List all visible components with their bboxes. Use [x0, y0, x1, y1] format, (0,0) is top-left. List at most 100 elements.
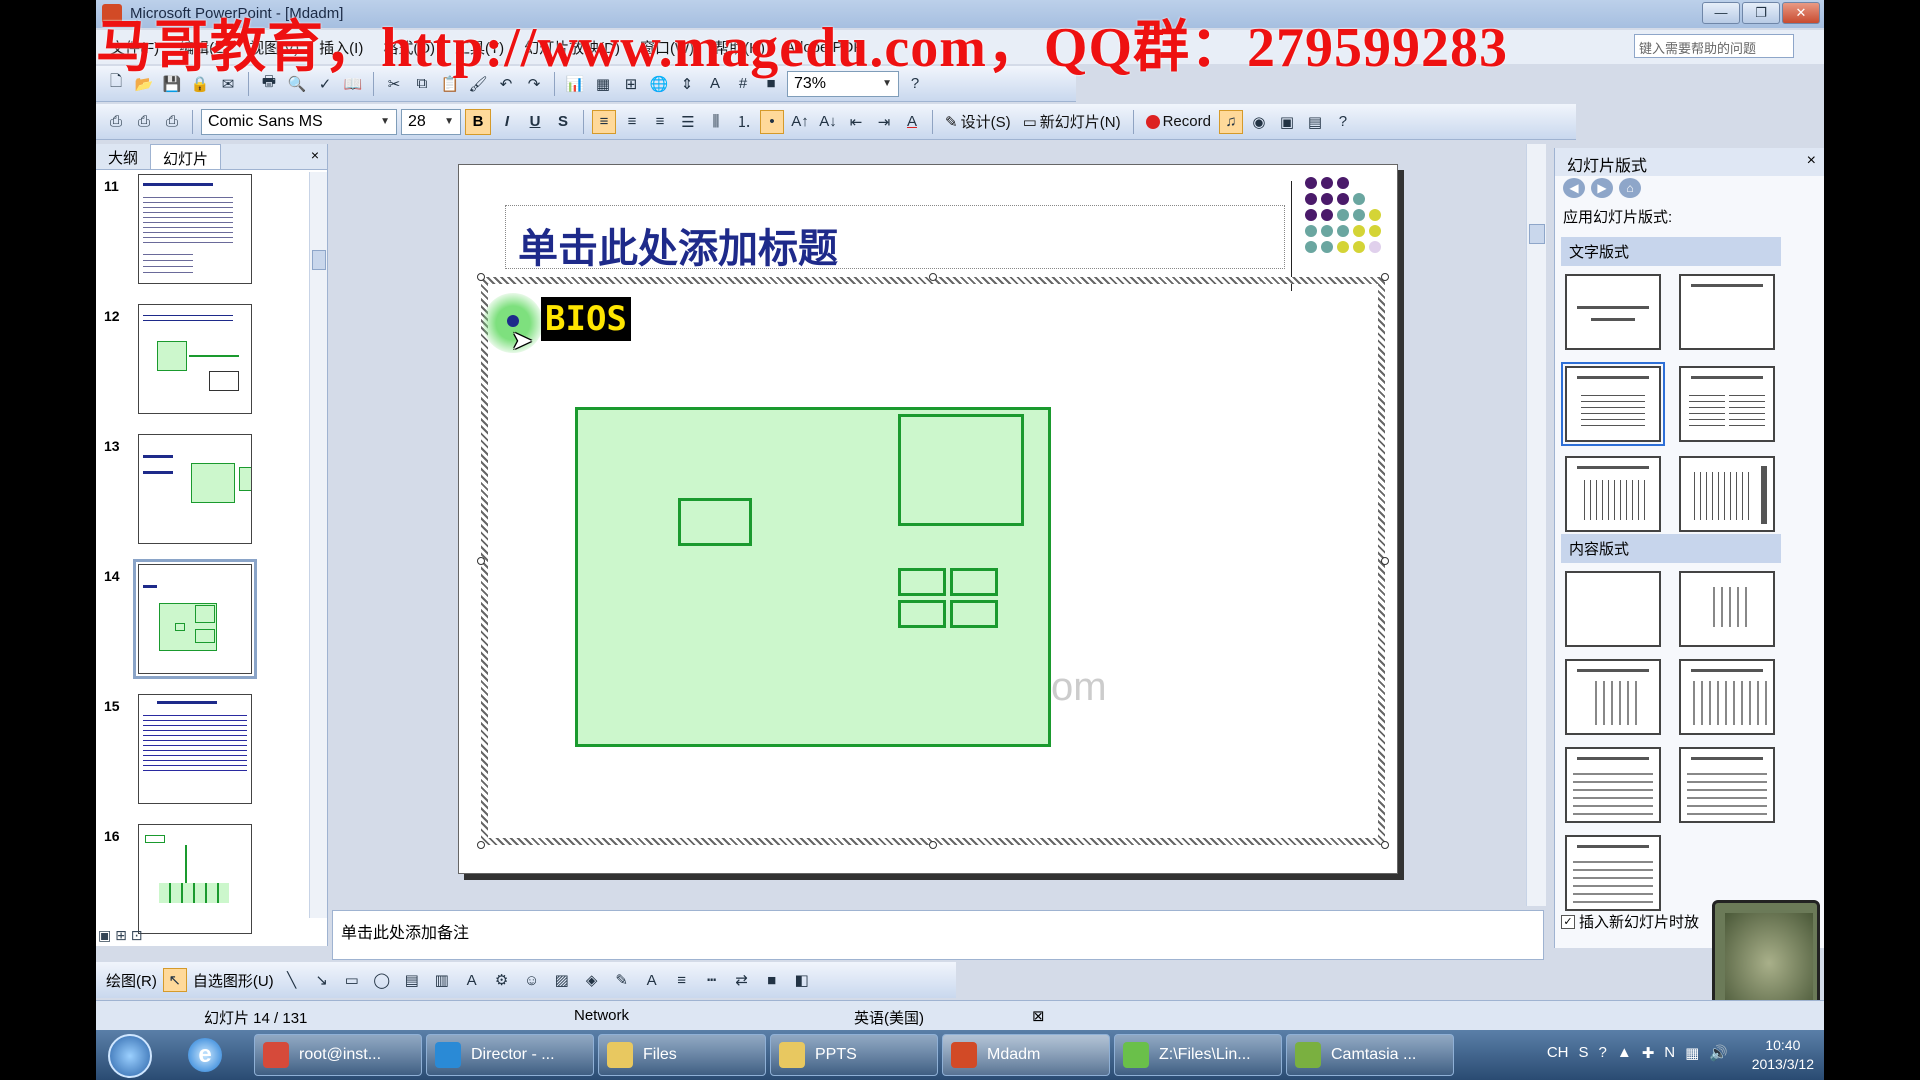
arrow-style-icon[interactable]: ⇄: [730, 968, 754, 992]
menu-adobe-pdf[interactable]: Adobe PDF: [785, 39, 863, 56]
align-left-icon[interactable]: ≡: [592, 109, 616, 134]
layout-title-text[interactable]: [1561, 362, 1665, 446]
tables-borders-icon[interactable]: ⊞: [619, 72, 643, 96]
taskbar-item[interactable]: PPTS: [770, 1034, 938, 1076]
slide-thumbnail-selected[interactable]: 14: [96, 559, 308, 680]
help-icon[interactable]: ?: [1599, 1044, 1607, 1062]
menu-window[interactable]: 窗口(W): [640, 37, 694, 58]
vertical-textbox-icon[interactable]: ▥: [430, 968, 454, 992]
minimize-button[interactable]: —: [1702, 2, 1740, 24]
resize-handle[interactable]: [1381, 273, 1389, 281]
shadow-icon[interactable]: ■: [760, 968, 784, 992]
insert-layout-checkbox[interactable]: ✓ 插入新幻灯片时放: [1561, 911, 1699, 932]
thumbnail-scrollbar[interactable]: [309, 172, 327, 918]
save-icon[interactable]: 💾: [160, 72, 184, 96]
help-search-input[interactable]: 键入需要帮助的问题: [1634, 34, 1794, 58]
start-button[interactable]: [108, 1034, 152, 1078]
diagram-box[interactable]: [678, 498, 752, 546]
canvas-scrollbar[interactable]: [1526, 144, 1546, 906]
forward-icon[interactable]: ▶: [1591, 178, 1613, 198]
layout-vertical-title-text[interactable]: [1679, 456, 1775, 532]
align-right-icon[interactable]: ≡: [648, 110, 672, 134]
record-button[interactable]: Record: [1142, 113, 1215, 130]
close-icon[interactable]: ×: [1807, 152, 1816, 170]
camtasia-produce-icon[interactable]: ▤: [1303, 110, 1327, 134]
copy-icon[interactable]: ⧉: [410, 72, 434, 96]
font-size-select[interactable]: 28 ▼: [401, 108, 461, 135]
font-select[interactable]: Comic Sans MS ▼: [201, 108, 397, 135]
resize-handle[interactable]: [477, 557, 485, 565]
taskbar-item[interactable]: Director - ...: [426, 1034, 594, 1076]
slide-thumbnail[interactable]: 13: [96, 434, 308, 550]
back-icon[interactable]: ◀: [1563, 178, 1585, 198]
menu-file[interactable]: 文件(F): [110, 37, 159, 58]
align-center-icon[interactable]: ≡: [620, 110, 644, 134]
resize-handle[interactable]: [477, 273, 485, 281]
pdf-email-icon[interactable]: ⎙: [132, 110, 156, 134]
slide-thumbnail[interactable]: 11: [96, 174, 308, 290]
camtasia-settings-icon[interactable]: ▣: [1275, 110, 1299, 134]
checkbox-checked-icon[interactable]: ✓: [1561, 914, 1575, 929]
tab-slides[interactable]: 幻灯片: [150, 144, 222, 169]
diagram-box[interactable]: [950, 600, 998, 628]
notes-pane[interactable]: 单击此处添加备注: [332, 910, 1544, 960]
show-formatting-icon[interactable]: A: [703, 72, 727, 96]
slide-thumbnail[interactable]: 12: [96, 304, 308, 420]
menu-insert[interactable]: 插入(I): [319, 37, 363, 58]
pdf-icon[interactable]: ⎙: [104, 110, 128, 134]
clock[interactable]: 10:40 2013/3/12: [1752, 1036, 1814, 1074]
internet-explorer-icon[interactable]: e: [188, 1038, 222, 1072]
diagram-box[interactable]: [950, 568, 998, 596]
shadow-button[interactable]: S: [551, 110, 575, 134]
layout-four-content[interactable]: [1679, 747, 1775, 823]
layout-title-content[interactable]: [1565, 659, 1661, 735]
table-icon[interactable]: ▦: [591, 72, 615, 96]
expand-all-icon[interactable]: ⇕: [675, 72, 699, 96]
slide-thumbnail[interactable]: 15: [96, 694, 308, 810]
help-icon[interactable]: ?: [1331, 110, 1355, 134]
normal-view-icon[interactable]: ▣: [98, 927, 111, 943]
network-icon[interactable]: ▦: [1685, 1044, 1699, 1062]
fill-color-icon[interactable]: ◈: [580, 968, 604, 992]
scrollbar-thumb[interactable]: [312, 250, 326, 270]
layout-title-four-content[interactable]: [1565, 835, 1661, 911]
diagram-box[interactable]: [898, 568, 946, 596]
email-icon[interactable]: ✉: [216, 72, 240, 96]
diagram-box[interactable]: [898, 600, 946, 628]
draw-menu[interactable]: 绘图(R): [106, 970, 157, 991]
menu-format[interactable]: 格式(O): [383, 37, 435, 58]
columns-icon[interactable]: ⫼: [704, 110, 728, 134]
italic-button[interactable]: I: [495, 110, 519, 134]
font-color-icon[interactable]: A: [640, 968, 664, 992]
autoshapes-menu[interactable]: 自选图形(U): [193, 970, 274, 991]
layout-title-two-content[interactable]: [1679, 659, 1775, 735]
layout-vertical-text[interactable]: [1565, 456, 1661, 532]
new-icon[interactable]: 🗋: [104, 72, 128, 96]
underline-button[interactable]: U: [523, 110, 547, 134]
slide-thumbnail[interactable]: 16: [96, 824, 308, 940]
resize-handle[interactable]: [1381, 841, 1389, 849]
cut-icon[interactable]: ✂: [382, 72, 406, 96]
layout-two-text[interactable]: [1679, 366, 1775, 442]
oval-icon[interactable]: ◯: [370, 968, 394, 992]
add-icon[interactable]: ✚: [1642, 1044, 1655, 1062]
research-icon[interactable]: 📖: [341, 72, 365, 96]
slide-title[interactable]: 单击此处添加标题: [518, 216, 838, 274]
undo-icon[interactable]: ↶: [494, 72, 518, 96]
slide-sorter-icon[interactable]: ⊞: [115, 927, 127, 943]
bullets-icon[interactable]: •: [760, 109, 784, 134]
new-slide-button[interactable]: ▭ 新幻灯片(N): [1019, 111, 1125, 132]
zoom-select[interactable]: 73% ▼: [787, 70, 899, 97]
volume-icon[interactable]: 🔊: [1709, 1044, 1728, 1062]
chart-icon[interactable]: 📊: [563, 72, 587, 96]
3d-icon[interactable]: ◧: [790, 968, 814, 992]
wordart-icon[interactable]: A: [460, 968, 484, 992]
close-button[interactable]: ✕: [1782, 2, 1820, 24]
select-objects-icon[interactable]: ↖: [162, 968, 187, 992]
line-style-icon[interactable]: ≡: [670, 968, 694, 992]
picture-icon[interactable]: ▨: [550, 968, 574, 992]
resize-handle[interactable]: [1381, 557, 1389, 565]
spelling-icon[interactable]: ✓: [313, 72, 337, 96]
menu-slideshow[interactable]: 幻灯片放映(D): [524, 37, 620, 58]
rectangle-icon[interactable]: ▭: [340, 968, 364, 992]
